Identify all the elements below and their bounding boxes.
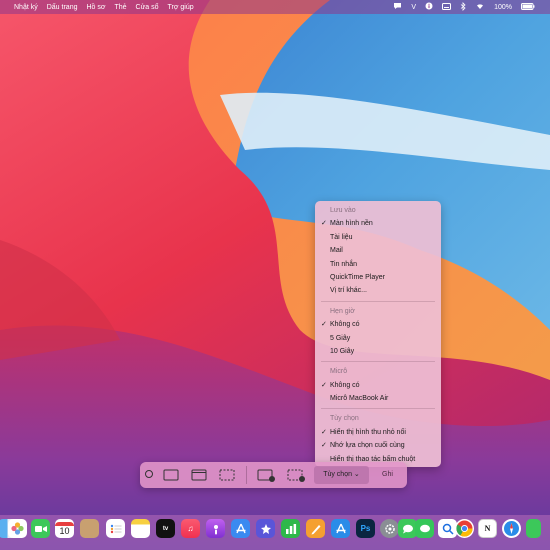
checkmark-icon: ✓: [321, 321, 327, 329]
bluetooth-icon[interactable]: [460, 1, 466, 13]
line-2-icon[interactable]: [526, 519, 541, 538]
photos-icon[interactable]: [8, 519, 27, 538]
battery-icon[interactable]: [521, 2, 535, 12]
record-entire-screen-button[interactable]: [256, 467, 278, 483]
keynote-icon[interactable]: [256, 519, 275, 538]
close-toolbar-button[interactable]: [145, 470, 153, 478]
option-floating-thumbnail[interactable]: ✓ Hiển thị hình thu nhỏ nổi: [315, 426, 441, 439]
capture-options-menu: Lưu vào ✓ Màn hình nền Tài liệu Mail Tin …: [315, 201, 441, 467]
dock: 10 tv ♫ Ps N: [0, 515, 550, 550]
appletv-icon[interactable]: tv: [156, 519, 175, 538]
music-icon[interactable]: ♫: [181, 519, 200, 538]
timer-header: Hẹn giờ: [330, 307, 355, 315]
capture-selection-button[interactable]: [218, 467, 236, 483]
battery-percent: 100%: [494, 3, 512, 11]
checkmark-icon: ✓: [321, 428, 327, 436]
save-to-documents[interactable]: Tài liệu: [315, 231, 441, 244]
menu-bar-status: V 100%: [393, 1, 550, 13]
capture-window-button[interactable]: [190, 467, 208, 483]
checkmark-icon: ✓: [321, 442, 327, 450]
menu-divider: [321, 300, 435, 302]
microphone-header: Micrô: [330, 368, 348, 376]
chat-bubble-icon[interactable]: [393, 2, 402, 12]
notes-icon[interactable]: [131, 519, 150, 538]
option-remember-last-selection[interactable]: ✓ Nhớ lựa chọn cuối cùng: [315, 439, 441, 452]
menu-divider: [321, 408, 435, 410]
record-selection-icon: [287, 469, 305, 482]
chrome-icon[interactable]: [455, 519, 474, 538]
save-to-mail[interactable]: Mail: [315, 244, 441, 257]
timer-none[interactable]: ✓ Không có: [315, 318, 441, 331]
record-screen-icon: [257, 469, 275, 482]
capture-entire-screen-button[interactable]: [162, 467, 180, 483]
save-to-messages[interactable]: Tin nhắn: [315, 258, 441, 271]
menu-profiles[interactable]: Hồ sơ: [86, 4, 105, 11]
pages-icon[interactable]: [306, 519, 325, 538]
safari-icon[interactable]: [502, 519, 521, 538]
timer-10-seconds[interactable]: 10 Giây: [315, 345, 441, 358]
microphone-macbook-air[interactable]: Micrô MacBook Air: [315, 392, 441, 405]
app-store-icon[interactable]: [231, 519, 250, 538]
reminders-icon[interactable]: [106, 519, 125, 538]
line-icon[interactable]: [415, 519, 434, 538]
menu-bar: Nhật ký Dấu trang Hồ sơ Thẻ Cửa sổ Trợ g…: [0, 0, 550, 14]
menu-tabs[interactable]: Thẻ: [114, 4, 126, 11]
menu-help[interactable]: Trợ giúp: [168, 4, 194, 11]
record-selection-button[interactable]: [286, 467, 308, 483]
wifi-icon[interactable]: [475, 2, 485, 12]
menu-journal[interactable]: Nhật ký: [14, 4, 38, 11]
toolbar-divider: [246, 466, 247, 484]
checkmark-icon: ✓: [321, 381, 327, 389]
keyboard-icon[interactable]: [442, 2, 452, 12]
menu-divider: [321, 361, 435, 363]
timer-5-seconds[interactable]: 5 Giây: [315, 332, 441, 345]
info-icon[interactable]: [425, 2, 433, 12]
save-to-quicktime[interactable]: QuickTime Player: [315, 271, 441, 284]
contacts-icon[interactable]: [80, 519, 99, 538]
screenshot-toolbar: Tùy chọn ⌄ Ghi: [140, 462, 407, 488]
window-icon: [191, 469, 207, 481]
facetime-icon[interactable]: [31, 519, 50, 538]
calendar-day: 10: [59, 525, 70, 536]
capture-button[interactable]: Ghi: [372, 466, 403, 484]
system-preferences-icon[interactable]: [380, 519, 399, 538]
menu-window[interactable]: Cửa sổ: [136, 4, 159, 11]
numbers-icon[interactable]: [281, 519, 300, 538]
vpn-icon[interactable]: V: [411, 4, 416, 11]
menu-bar-left: Nhật ký Dấu trang Hồ sơ Thẻ Cửa sổ Trợ g…: [0, 4, 194, 11]
entire-screen-icon: [163, 469, 179, 481]
options-header: Tùy chọn: [330, 415, 359, 423]
save-to-desktop[interactable]: ✓ Màn hình nền: [315, 217, 441, 230]
app-store-2-icon[interactable]: [331, 519, 350, 538]
save-to-other-location[interactable]: Vị trí khác...: [315, 284, 441, 297]
photoshop-icon[interactable]: Ps: [356, 519, 375, 538]
checkmark-icon: ✓: [321, 220, 327, 228]
calendar-icon[interactable]: 10: [55, 519, 74, 538]
selection-icon: [219, 469, 235, 481]
notion-icon[interactable]: N: [478, 519, 497, 538]
options-dropdown-button[interactable]: Tùy chọn ⌄: [314, 466, 369, 484]
microphone-none[interactable]: ✓ Không có: [315, 379, 441, 392]
podcasts-icon[interactable]: [206, 519, 225, 538]
save-to-header: Lưu vào: [330, 207, 356, 214]
menu-bookmarks[interactable]: Dấu trang: [47, 4, 78, 11]
